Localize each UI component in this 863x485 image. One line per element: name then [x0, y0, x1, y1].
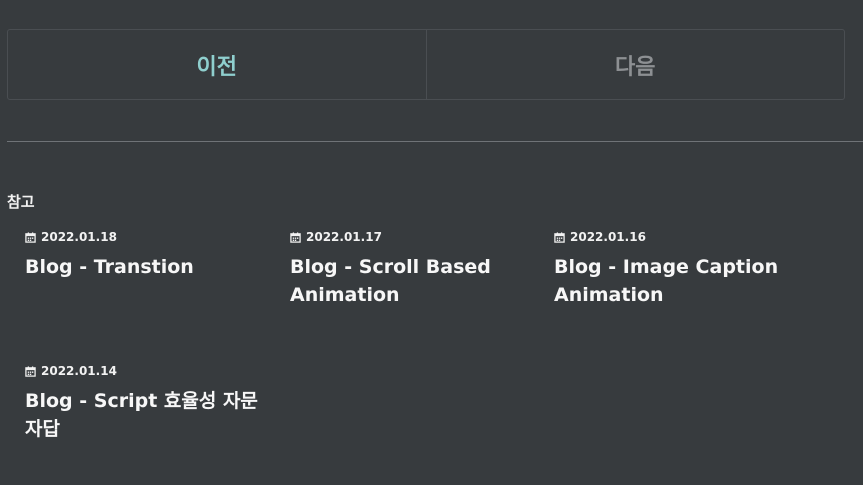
post-date: 2022.01.16	[554, 229, 794, 245]
post-title-link[interactable]: Blog - Script 효율성 자문자답	[25, 387, 265, 443]
post-date-text: 2022.01.17	[306, 230, 382, 244]
post-title-link[interactable]: Blog - Transtion	[25, 253, 265, 281]
related-posts-heading: 참고	[7, 193, 35, 211]
post-date: 2022.01.14	[25, 363, 265, 379]
calendar-icon	[554, 231, 565, 243]
related-post-card[interactable]: 2022.01.17 Blog - Scroll Based Animation	[290, 229, 530, 309]
previous-post-button[interactable]: 이전	[8, 30, 426, 99]
related-post-card[interactable]: 2022.01.16 Blog - Image Caption Animatio…	[554, 229, 794, 309]
post-pagination: 이전 다음	[7, 29, 845, 100]
related-post-card[interactable]: 2022.01.14 Blog - Script 효율성 자문자답	[25, 363, 265, 443]
section-divider	[7, 141, 863, 142]
calendar-icon	[25, 365, 36, 377]
calendar-icon	[25, 231, 36, 243]
post-date-text: 2022.01.18	[41, 230, 117, 244]
post-date: 2022.01.18	[25, 229, 265, 245]
post-date: 2022.01.17	[290, 229, 530, 245]
next-post-button[interactable]: 다음	[425, 30, 845, 99]
related-post-card[interactable]: 2022.01.18 Blog - Transtion	[25, 229, 265, 281]
post-date-text: 2022.01.14	[41, 364, 117, 378]
calendar-icon	[290, 231, 301, 243]
post-title-link[interactable]: Blog - Scroll Based Animation	[290, 253, 530, 309]
post-title-link[interactable]: Blog - Image Caption Animation	[554, 253, 794, 309]
post-date-text: 2022.01.16	[570, 230, 646, 244]
